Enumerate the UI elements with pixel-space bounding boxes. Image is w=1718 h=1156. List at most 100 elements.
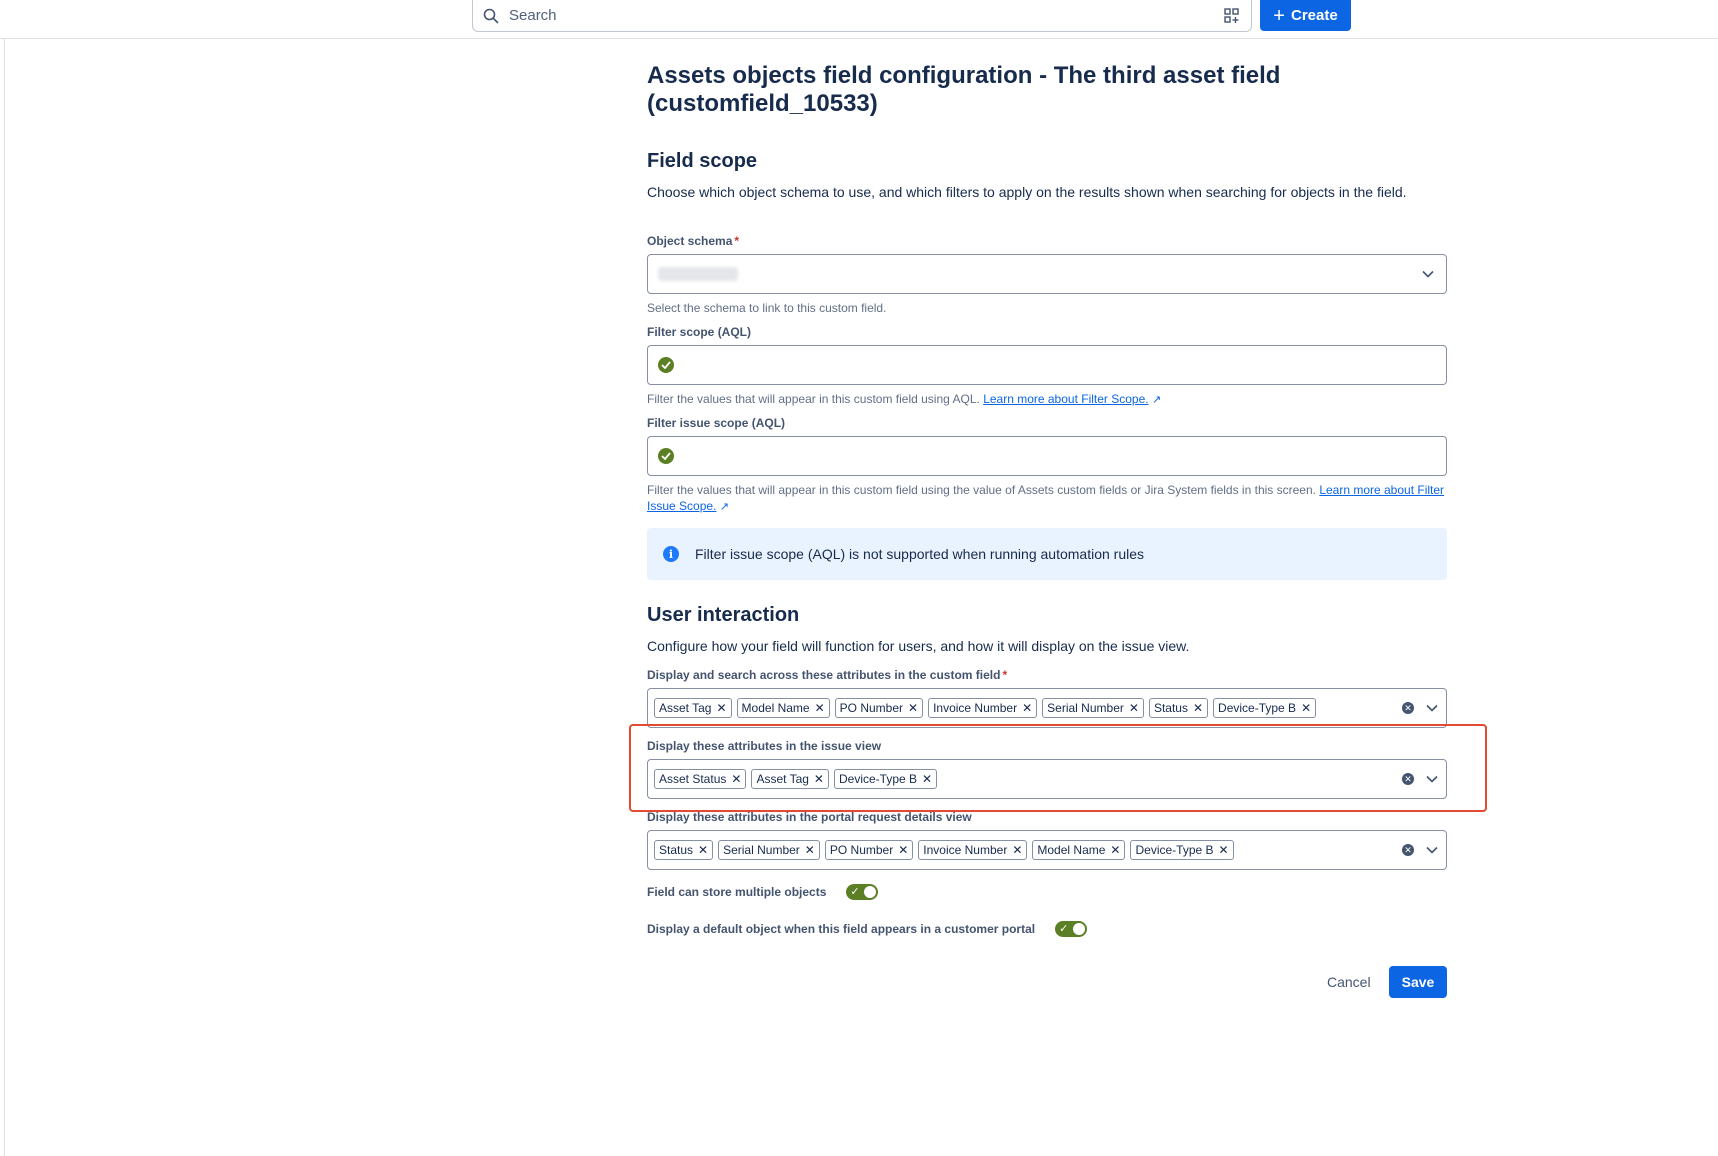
filter-scope-label: Filter scope (AQL) (647, 325, 752, 339)
select-controls: ✕ (1402, 700, 1440, 716)
tag-label: Device-Type B (1135, 843, 1214, 857)
page-title: Assets objects field configuration - The… (647, 62, 1281, 117)
chevron-down-icon[interactable] (1424, 700, 1440, 716)
search-placeholder: Search (509, 7, 557, 24)
multiple-objects-toggle[interactable]: ✓ (846, 884, 879, 900)
search-attributes-label-text: Display and search across these attribut… (647, 668, 1001, 682)
attribute-tag[interactable]: Invoice Number ✕ (928, 698, 1038, 718)
filter-issue-scope-helper-text: Filter the values that will appear in th… (647, 483, 1316, 497)
attribute-tag[interactable]: Asset Tag ✕ (654, 698, 732, 718)
remove-tag-icon[interactable]: ✕ (1022, 701, 1032, 715)
attribute-tag[interactable]: Model Name ✕ (1032, 840, 1126, 860)
filter-issue-scope-input[interactable] (647, 436, 1447, 476)
object-schema-label: Object schema * (647, 234, 739, 248)
remove-tag-icon[interactable]: ✕ (1012, 843, 1022, 857)
filter-scope-input[interactable] (647, 345, 1447, 385)
object-schema-select[interactable] (647, 254, 1447, 294)
object-schema-value-redacted (658, 267, 738, 281)
field-scope-description: Choose which object schema to use, and w… (647, 184, 1407, 200)
check-icon: ✓ (1059, 923, 1069, 935)
search-box[interactable]: Search (472, 0, 1252, 32)
toggle-knob (864, 886, 877, 898)
default-object-label: Display a default object when this field… (647, 922, 1036, 936)
filter-scope-helper: Filter the values that will appear in th… (647, 391, 1447, 408)
clear-icon[interactable]: ✕ (1402, 702, 1414, 714)
info-icon: i (663, 546, 679, 562)
filter-issue-scope-helper: Filter the values that will appear in th… (647, 482, 1447, 515)
field-scope-title: Field scope (647, 150, 758, 172)
portal-attributes-label: Display these attributes in the portal r… (647, 810, 972, 824)
tag-label: Invoice Number (923, 843, 1008, 857)
tag-label: Device-Type B (1218, 701, 1297, 715)
apps-icon[interactable] (1223, 7, 1241, 25)
attribute-tag[interactable]: Serial Number ✕ (718, 840, 820, 860)
create-button[interactable]: + Create (1260, 0, 1351, 31)
user-interaction-title: User interaction (647, 604, 800, 626)
cancel-button[interactable]: Cancel (1317, 966, 1381, 998)
attribute-tag[interactable]: Model Name ✕ (736, 698, 830, 718)
valid-check-icon (658, 448, 674, 464)
external-link-icon: ↗ (719, 501, 729, 513)
plus-icon: + (1273, 4, 1285, 27)
tag-label: Status (1153, 701, 1188, 715)
object-schema-label-text: Object schema (647, 234, 733, 248)
default-object-row: Display a default object when this field… (647, 921, 1088, 937)
tag-label: Model Name (741, 701, 810, 715)
attribute-tag[interactable]: Invoice Number ✕ (918, 840, 1028, 860)
attribute-tag[interactable]: PO Number ✕ (834, 698, 924, 718)
tag-label: Serial Number (1047, 701, 1124, 715)
tag-label: PO Number (839, 701, 903, 715)
multiple-objects-row: Field can store multiple objects ✓ (647, 884, 879, 900)
remove-tag-icon[interactable]: ✕ (815, 701, 825, 715)
remove-tag-icon[interactable]: ✕ (698, 843, 708, 857)
object-schema-helper: Select the schema to link to this custom… (647, 301, 887, 315)
remove-tag-icon[interactable]: ✕ (805, 843, 815, 857)
remove-tag-icon[interactable]: ✕ (898, 843, 908, 857)
chevron-down-icon[interactable] (1420, 266, 1436, 282)
required-mark: * (734, 234, 740, 248)
user-interaction-description: Configure how your field will function f… (647, 638, 1190, 654)
search-attributes-multiselect[interactable]: Asset Tag ✕ Model Name ✕ PO Number ✕ Invoic… (647, 688, 1447, 728)
info-message: i Filter issue scope (AQL) is not suppor… (647, 528, 1447, 580)
left-divider (4, 39, 5, 1156)
external-link-icon: ↗ (1151, 394, 1162, 406)
remove-tag-icon[interactable]: ✕ (1110, 843, 1120, 857)
default-object-toggle[interactable]: ✓ (1055, 921, 1088, 937)
info-message-text: Filter issue scope (AQL) is not supporte… (695, 546, 1145, 562)
attribute-tag[interactable]: Device-Type B ✕ (1213, 698, 1317, 718)
filter-issue-scope-label: Filter issue scope (AQL) (647, 416, 786, 430)
tag-label: Status (659, 843, 694, 857)
remove-tag-icon[interactable]: ✕ (908, 701, 918, 715)
attribute-tag[interactable]: PO Number ✕ (824, 840, 914, 860)
filter-scope-learn-more-link[interactable]: Learn more about Filter Scope. (983, 392, 1148, 406)
tag-label: Invoice Number (933, 701, 1018, 715)
remove-tag-icon[interactable]: ✕ (1219, 843, 1229, 857)
top-navigation-bar: Search + Create (0, 0, 1718, 39)
remove-tag-icon[interactable]: ✕ (716, 701, 726, 715)
remove-tag-icon[interactable]: ✕ (1301, 701, 1311, 715)
valid-check-icon (658, 357, 674, 373)
tag-label: PO Number (829, 843, 894, 857)
create-button-label: Create (1290, 7, 1338, 24)
clear-icon[interactable]: ✕ (1402, 844, 1414, 856)
portal-attributes-multiselect[interactable]: Status ✕ Serial Number ✕ PO Number ✕ Invoic… (647, 830, 1447, 870)
search-attributes-label: Display and search across these attribut… (647, 668, 1007, 682)
save-button[interactable]: Save (1389, 966, 1447, 998)
select-controls: ✕ (1402, 842, 1440, 858)
tag-label: Model Name (1037, 843, 1106, 857)
attribute-tag[interactable]: Serial Number ✕ (1042, 698, 1144, 718)
multiple-objects-label: Field can store multiple objects (647, 885, 827, 899)
remove-tag-icon[interactable]: ✕ (1193, 701, 1203, 715)
toggle-knob (1073, 923, 1086, 935)
attribute-tag[interactable]: Device-Type B ✕ (1130, 840, 1234, 860)
search-icon (483, 8, 499, 24)
chevron-down-icon[interactable] (1424, 842, 1440, 858)
attribute-tag[interactable]: Status ✕ (654, 840, 714, 860)
attribute-tag[interactable]: Status ✕ (1148, 698, 1209, 718)
tag-label: Asset Tag (659, 701, 712, 715)
tag-label: Serial Number (723, 843, 800, 857)
highlight-annotation-box (629, 724, 1487, 812)
required-mark: * (1002, 668, 1008, 682)
remove-tag-icon[interactable]: ✕ (1129, 701, 1139, 715)
filter-scope-helper-text: Filter the values that will appear in th… (647, 392, 980, 406)
